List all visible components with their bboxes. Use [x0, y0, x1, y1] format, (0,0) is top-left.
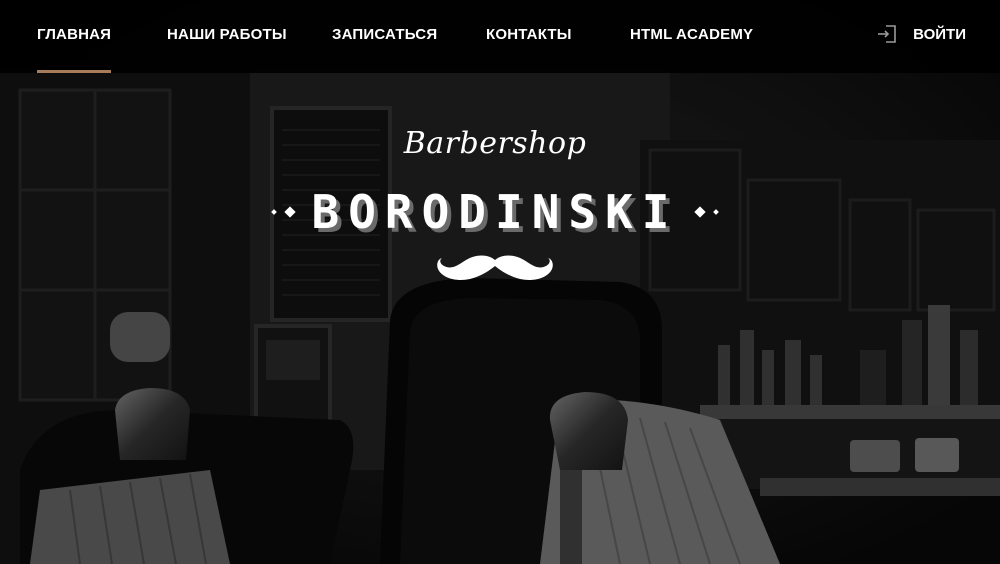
diamond-icon [713, 209, 720, 215]
login-label: ВОЙТИ [913, 26, 966, 43]
nav-item-html-academy[interactable]: HTML ACADEMY [630, 26, 753, 73]
login-link[interactable]: ВОЙТИ [877, 25, 966, 43]
logo: Barbershop BORODINSKI [270, 126, 720, 296]
diamond-icon [694, 206, 707, 218]
page: ГЛАВНАЯ НАШИ РАБОТЫ ЗАПИСАТЬСЯ КОНТАКТЫ … [0, 0, 1000, 564]
nav-item-home[interactable]: ГЛАВНАЯ [37, 26, 112, 73]
site-header: ГЛАВНАЯ НАШИ РАБОТЫ ЗАПИСАТЬСЯ КОНТАКТЫ … [0, 0, 1000, 73]
nav-item-book[interactable]: ЗАПИСАТЬСЯ [332, 26, 437, 73]
logo-script-text: Barbershop [403, 126, 587, 161]
nav-item-contacts[interactable]: КОНТАКТЫ [486, 26, 572, 73]
login-icon [878, 25, 896, 43]
nav-item-our-works[interactable]: НАШИ РАБОТЫ [167, 26, 287, 73]
logo-name-row: BORODINSKI [270, 182, 720, 242]
mustache-icon [437, 255, 553, 280]
logo-right-diamonds [694, 206, 720, 218]
diamond-icon [283, 206, 296, 218]
diamond-icon [270, 209, 277, 215]
logo-left-diamonds [270, 206, 296, 218]
logo-name: BORODINSKI [311, 185, 679, 239]
